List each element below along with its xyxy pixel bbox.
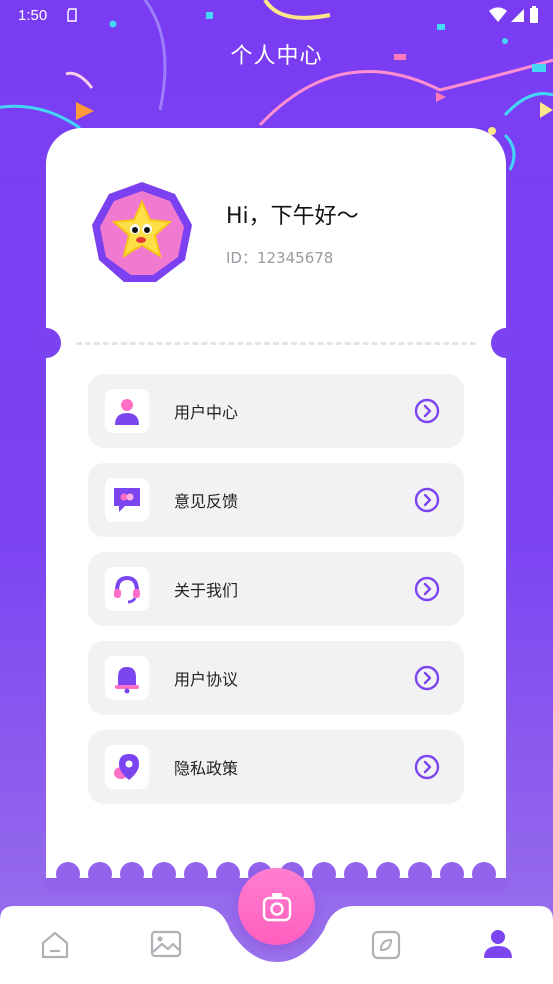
status-time: 1:50: [18, 7, 48, 24]
ticket-notch-left: [31, 328, 61, 358]
signal-icon: [511, 9, 524, 22]
gallery-icon[interactable]: [149, 927, 183, 961]
bell-icon: [105, 656, 149, 700]
profile-card: Hi，下午好～ ID：12345678 用户中心 意见反馈 关于我们 用户协议 …: [31, 128, 521, 878]
avatar[interactable]: [90, 180, 194, 284]
menu-item-label: 用户中心: [174, 403, 239, 422]
location-pin-icon: [105, 745, 149, 789]
chevron-right-circle-icon: [414, 398, 440, 424]
sd-card-icon: [67, 8, 77, 22]
chevron-right-circle-icon: [414, 754, 440, 780]
menu-item-label: 用户协议: [174, 670, 239, 689]
chevron-right-circle-icon: [414, 576, 440, 602]
feedback-icon: [105, 478, 149, 522]
status-icons: [489, 6, 539, 24]
status-bar: 1:50: [0, 0, 553, 32]
ticket-notch-right: [491, 328, 521, 358]
menu-item-user-center[interactable]: 用户中心: [88, 374, 464, 448]
menu-item-label: 隐私政策: [174, 759, 239, 778]
menu-item-feedback[interactable]: 意见反馈: [88, 463, 464, 537]
menu-item-about-us[interactable]: 关于我们: [88, 552, 464, 626]
camera-button[interactable]: [238, 868, 315, 945]
menu-item-label: 意见反馈: [174, 492, 239, 511]
menu-item-label: 关于我们: [174, 581, 239, 600]
menu-item-privacy-policy[interactable]: 隐私政策: [88, 730, 464, 804]
discover-icon[interactable]: [369, 928, 403, 962]
headset-icon: [105, 567, 149, 611]
home-icon[interactable]: [38, 928, 72, 962]
camera-icon: [262, 892, 291, 921]
menu-item-user-agreement[interactable]: 用户协议: [88, 641, 464, 715]
user-icon: [105, 389, 149, 433]
dashed-divider: [76, 342, 476, 345]
greeting-text: Hi，下午好～: [226, 204, 359, 229]
wifi-icon: [489, 7, 507, 23]
page-title: 个人中心: [230, 44, 323, 69]
user-id: ID：12345678: [226, 249, 334, 267]
chevron-right-circle-icon: [414, 665, 440, 691]
battery-icon: [530, 6, 538, 23]
profile-icon[interactable]: [481, 927, 515, 961]
chevron-right-circle-icon: [414, 487, 440, 513]
menu-list: 用户中心 意见反馈 关于我们 用户协议 隐私政策: [88, 374, 464, 819]
